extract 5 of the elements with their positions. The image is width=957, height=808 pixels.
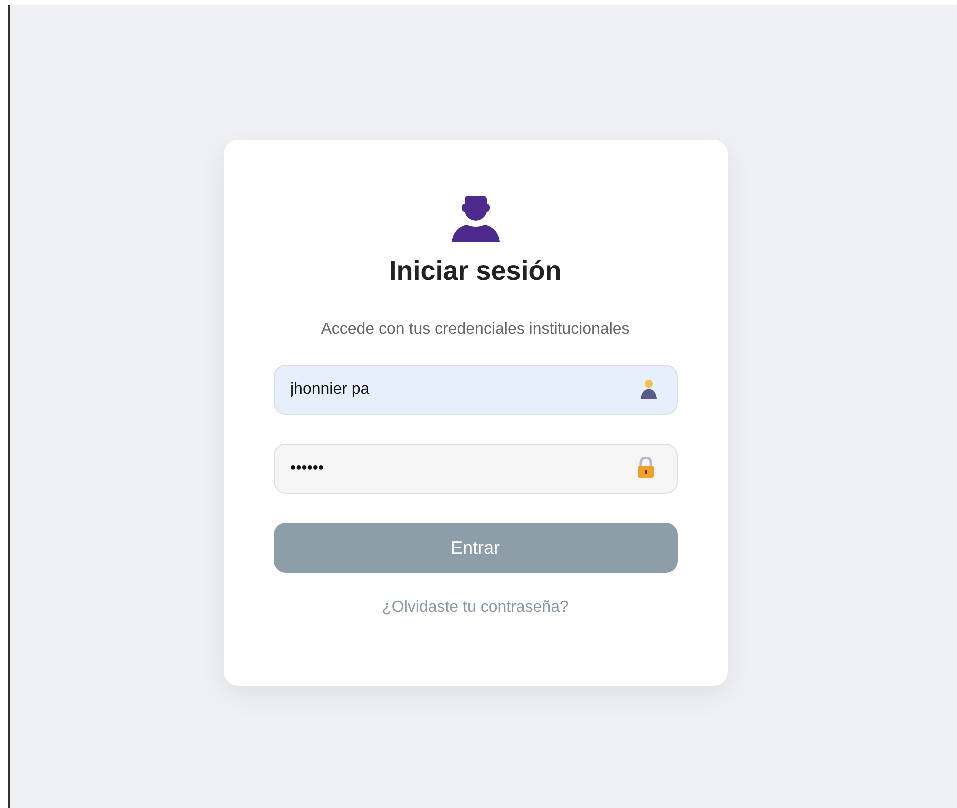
person-icon <box>640 379 658 399</box>
password-field[interactable]: •••••• <box>274 444 678 494</box>
login-subtitle: Accede con tus credenciales institucionales <box>321 320 630 340</box>
login-title: Iniciar sesión <box>389 255 562 288</box>
user-icon <box>450 196 500 242</box>
